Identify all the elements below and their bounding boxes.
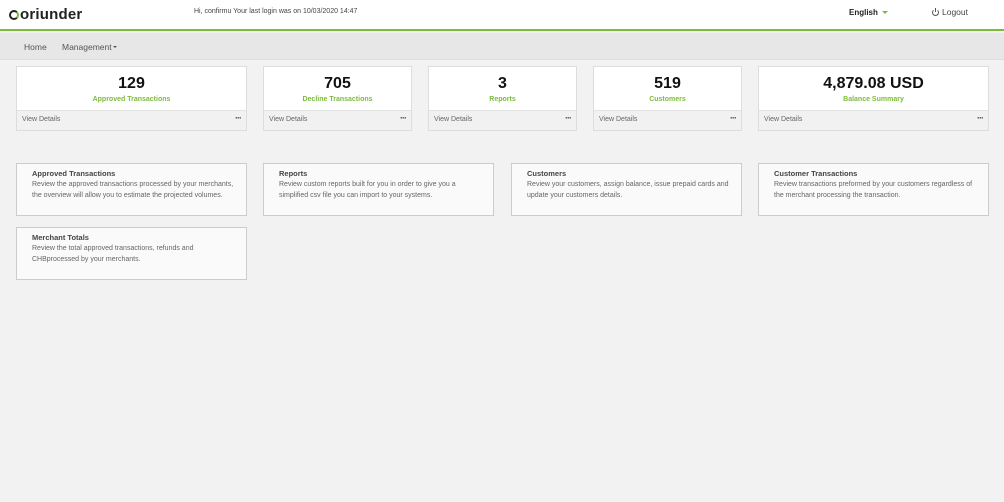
stat-value: 519 — [654, 75, 681, 92]
more-options-icon[interactable]: ··· — [977, 113, 984, 123]
logo-c-icon — [9, 10, 19, 20]
stat-label: Reports — [489, 96, 516, 103]
card-customers[interactable]: Customers Review your customers, assign … — [511, 163, 742, 216]
power-icon — [932, 8, 939, 16]
language-label: English — [849, 8, 878, 17]
view-details-link[interactable]: View Details — [22, 116, 60, 123]
card-description: Review transactions preformed by your cu… — [774, 181, 973, 199]
top-bar: oriunder Hi, confirmu Your last login wa… — [0, 0, 1004, 31]
caret-down-icon — [112, 46, 117, 48]
nav-management-label: Management — [62, 42, 112, 52]
stat-footer: View Details ··· — [429, 110, 576, 130]
login-greeting: Hi, confirmu Your last login was on 10/0… — [194, 8, 358, 15]
stat-value: 705 — [324, 75, 351, 92]
logout-button[interactable]: Logout — [932, 7, 968, 17]
card-reports[interactable]: Reports Review custom reports built for … — [263, 163, 494, 216]
view-details-link[interactable]: View Details — [269, 116, 307, 123]
stat-tile-declined: 705 Decline Transactions View Details ··… — [263, 66, 412, 131]
stat-tile-approved: 129 Approved Transactions View Details ·… — [16, 66, 247, 131]
logout-label: Logout — [942, 7, 968, 17]
nav-management-dropdown[interactable]: Management — [62, 42, 117, 52]
card-description: Review custom reports built for you in o… — [279, 181, 456, 199]
view-details-link[interactable]: View Details — [764, 116, 802, 123]
stat-value: 4,879.08 USD — [823, 75, 924, 92]
view-details-link[interactable]: View Details — [599, 116, 637, 123]
view-details-link[interactable]: View Details — [434, 116, 472, 123]
stat-footer: View Details ··· — [17, 110, 246, 130]
main-navbar: Home Management — [0, 33, 1004, 60]
chevron-down-icon — [881, 11, 888, 14]
more-options-icon[interactable]: ··· — [565, 113, 572, 123]
stat-footer: View Details ··· — [594, 110, 741, 130]
card-title: Customers — [527, 169, 567, 178]
card-title: Merchant Totals — [32, 233, 89, 242]
stat-tile-reports: 3 Reports View Details ··· — [428, 66, 577, 131]
more-options-icon[interactable]: ··· — [400, 113, 407, 123]
coriunder-logo[interactable]: oriunder — [9, 6, 82, 23]
card-merchant-totals[interactable]: Merchant Totals Review the total approve… — [16, 227, 247, 280]
stat-value: 129 — [118, 75, 145, 92]
card-title: Reports — [279, 169, 308, 178]
card-title: Approved Transactions — [32, 169, 116, 178]
more-options-icon[interactable]: ··· — [730, 113, 737, 123]
card-description: Review the approved transactions process… — [32, 181, 234, 199]
card-title: Customer Transactions — [774, 169, 858, 178]
language-selector[interactable]: English — [849, 8, 888, 17]
stat-label: Balance Summary — [843, 96, 904, 103]
stat-label: Approved Transactions — [92, 96, 171, 103]
nav-home[interactable]: Home — [24, 42, 47, 52]
stat-footer: View Details ··· — [264, 110, 411, 130]
stat-label: Customers — [649, 96, 686, 103]
logo-text: oriunder — [20, 6, 83, 23]
card-approved-transactions[interactable]: Approved Transactions Review the approve… — [16, 163, 247, 216]
card-customer-transactions[interactable]: Customer Transactions Review transaction… — [758, 163, 989, 216]
more-options-icon[interactable]: ··· — [235, 113, 242, 123]
stat-footer: View Details ··· — [759, 110, 988, 130]
stat-tile-customers: 519 Customers View Details ··· — [593, 66, 742, 131]
card-description: Review the total approved transactions, … — [32, 245, 194, 263]
stat-tile-balance: 4,879.08 USD Balance Summary View Detail… — [758, 66, 989, 131]
stat-value: 3 — [498, 75, 507, 92]
stat-label: Decline Transactions — [302, 96, 373, 103]
card-description: Review your customers, assign balance, i… — [527, 181, 729, 199]
